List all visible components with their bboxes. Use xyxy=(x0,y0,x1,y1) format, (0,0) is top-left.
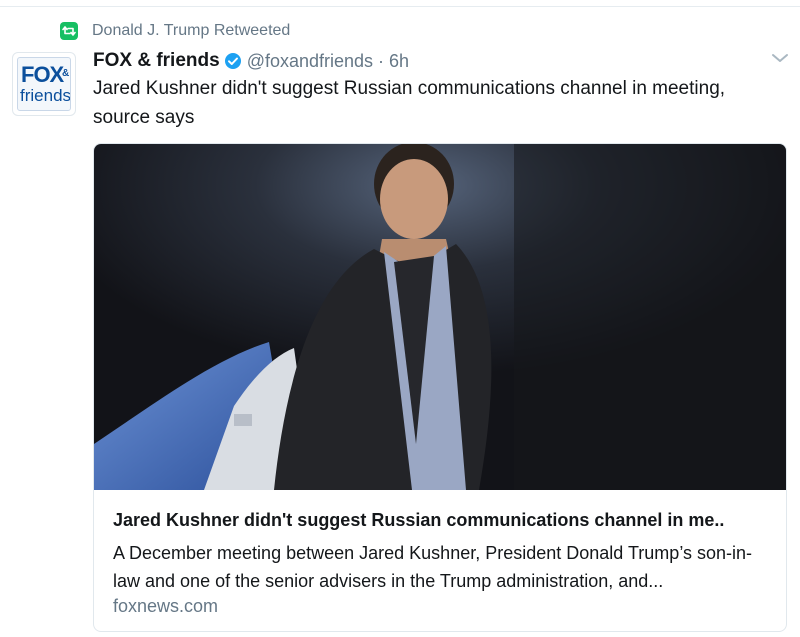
logo-amp: & xyxy=(62,68,70,79)
retweet-icon xyxy=(60,22,78,40)
chevron-down-icon[interactable] xyxy=(770,50,790,66)
logo-sub: friends xyxy=(20,86,71,105)
card-image[interactable] xyxy=(94,144,786,490)
logo-word: FOX xyxy=(21,62,64,87)
verified-badge-icon xyxy=(224,52,242,70)
timestamp[interactable]: 6h xyxy=(389,51,409,72)
top-divider xyxy=(0,6,800,7)
separator: · xyxy=(378,50,385,71)
card-description: A December meeting between Jared Kushner… xyxy=(113,543,753,591)
retweet-context[interactable]: Donald J. Trump Retweeted xyxy=(60,20,290,42)
handle[interactable]: @foxandfriends xyxy=(247,51,373,72)
display-name[interactable]: FOX & friends xyxy=(93,50,220,72)
card-domain[interactable]: foxnews.com xyxy=(113,596,218,617)
tweet-text: Jared Kushner didn't suggest Russian com… xyxy=(93,78,726,128)
link-card[interactable]: Jared Kushner didn't suggest Russian com… xyxy=(93,143,787,632)
tweet-header: FOX & friends @foxandfriends · 6h xyxy=(93,49,409,73)
card-title[interactable]: Jared Kushner didn't suggest Russian com… xyxy=(113,510,773,531)
retweeted-by-label[interactable]: Donald J. Trump Retweeted xyxy=(92,22,290,40)
fox-and-friends-logo: FOX & friends xyxy=(17,57,71,111)
avatar[interactable]: FOX & friends xyxy=(12,52,76,116)
